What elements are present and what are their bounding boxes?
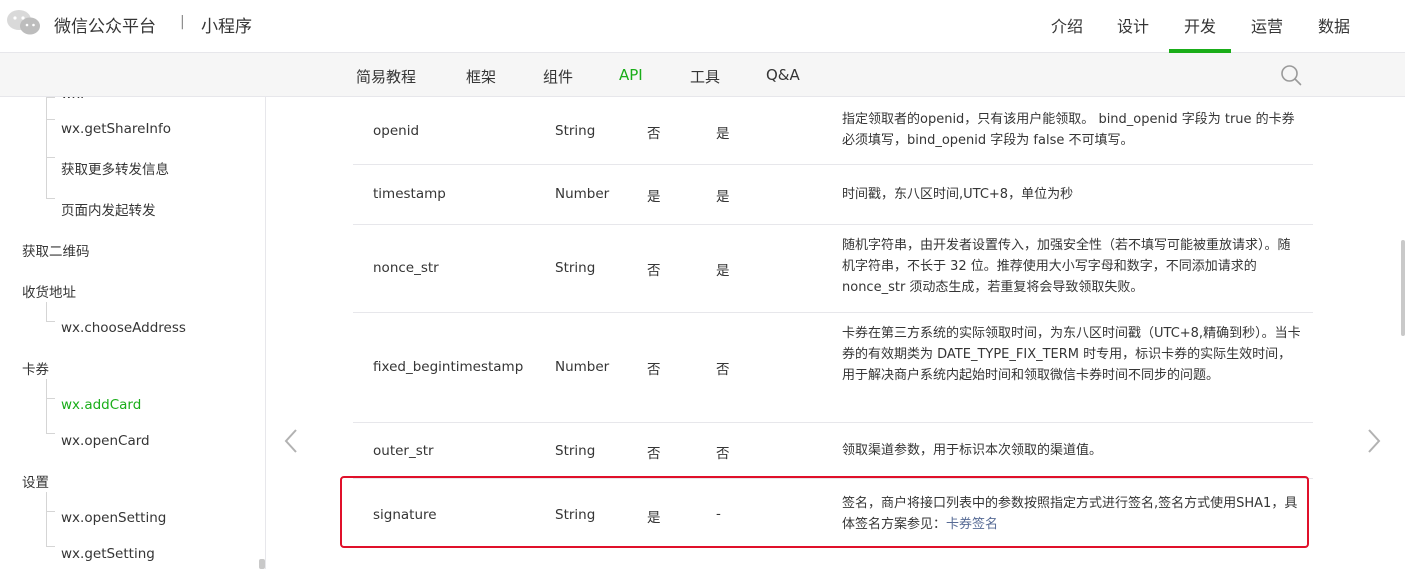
tree-branch <box>46 120 55 158</box>
param-required: 否 <box>647 126 661 142</box>
param-in-signature: 否 <box>716 446 730 462</box>
nav-item-operate[interactable]: 运营 <box>1251 13 1283 37</box>
sidebar-group-address[interactable]: 收货地址 <box>22 281 76 301</box>
param-description: 领取渠道参数，用于标识本次领取的渠道值。 <box>842 443 1103 458</box>
param-required: 否 <box>647 446 661 462</box>
sub-nav: 简易教程 框架 组件 API 工具 Q&A <box>0 53 1405 97</box>
tab-api[interactable]: API <box>619 66 643 84</box>
sidebar-item-getsetting[interactable]: wx.getSetting <box>61 546 155 562</box>
sidebar-item-opensetting[interactable]: wx.openSetting <box>61 510 166 526</box>
highlight-box <box>340 476 1309 548</box>
param-description: 时间戳，东八区时间,UTC+8，单位为秒 <box>842 187 1074 202</box>
chevron-right-icon[interactable] <box>1367 428 1381 454</box>
param-in-signature: 是 <box>716 189 730 205</box>
sidebar: wx. wx.getShareInfo 获取更多转发信息 页面内发起转发 获取二… <box>0 97 266 569</box>
tab-tools[interactable]: 工具 <box>690 66 720 87</box>
sidebar-item-opencard[interactable]: wx.openCard <box>61 433 150 449</box>
brand-separator: | <box>180 14 185 30</box>
param-description: 指定领取者的openid，只有该用户能领取。 bind_openid 字段为 t… <box>842 112 1295 148</box>
tree-branch <box>46 302 55 322</box>
sidebar-item-addcard[interactable]: wx.addCard <box>61 397 141 413</box>
tab-tutorial[interactable]: 简易教程 <box>356 66 416 87</box>
param-required: 否 <box>647 263 661 279</box>
nav-item-data[interactable]: 数据 <box>1318 13 1350 37</box>
param-in-signature: 是 <box>716 263 730 279</box>
param-required: 是 <box>647 189 661 205</box>
tree-branch <box>46 379 55 399</box>
top-header: 微信公众平台 | 小程序 介绍 设计 开发 运营 数据 <box>0 0 1405 53</box>
sidebar-scrollbar[interactable] <box>259 559 265 569</box>
param-in-signature: 是 <box>716 126 730 142</box>
param-description: 卡券在第三方系统的实际领取时间，为东八区时间戳（UTC+8,精确到秒）。当卡券的… <box>842 326 1301 383</box>
sidebar-item-more-share-info[interactable]: 获取更多转发信息 <box>61 158 169 178</box>
param-name: outer_str <box>373 443 434 459</box>
sidebar-item-chooseaddress[interactable]: wx.chooseAddress <box>61 320 186 336</box>
brand-title[interactable]: 微信公众平台 <box>54 12 156 37</box>
sidebar-group-card[interactable]: 卡券 <box>22 358 49 378</box>
param-type: String <box>555 123 596 139</box>
param-type: String <box>555 443 596 459</box>
sidebar-item-cut: wx. <box>61 97 84 102</box>
table-row: nonce_str String 否 是 随机字符串，由开发者设置传入，加强安全… <box>353 225 1313 313</box>
param-required: 否 <box>647 362 661 378</box>
param-type: String <box>555 260 596 276</box>
page-scrollbar[interactable] <box>1401 240 1405 336</box>
wechat-logo-icon[interactable] <box>6 9 42 37</box>
tab-qa[interactable]: Q&A <box>766 66 800 84</box>
tab-framework[interactable]: 框架 <box>466 66 496 87</box>
search-icon[interactable] <box>1280 64 1302 86</box>
sidebar-item-getshareinfo[interactable]: wx.getShareInfo <box>61 121 171 137</box>
param-name: timestamp <box>373 186 446 202</box>
table-row: openid String 否 是 指定领取者的openid，只有该用户能领取。… <box>353 97 1313 165</box>
table-row: fixed_begintimestamp Number 否 否 卡券在第三方系统… <box>353 313 1313 423</box>
tree-branch <box>46 158 55 199</box>
product-title[interactable]: 小程序 <box>201 12 252 37</box>
nav-item-develop[interactable]: 开发 <box>1184 13 1216 37</box>
sidebar-item-page-share[interactable]: 页面内发起转发 <box>61 199 156 219</box>
table-row: outer_str String 否 否 领取渠道参数，用于标识本次领取的渠道值… <box>353 423 1313 479</box>
sidebar-group-setting[interactable]: 设置 <box>22 471 49 491</box>
nav-item-intro[interactable]: 介绍 <box>1051 13 1083 37</box>
param-in-signature: 否 <box>716 362 730 378</box>
tree-branch <box>46 97 55 120</box>
tree-branch <box>46 397 55 434</box>
nav-item-design[interactable]: 设计 <box>1117 13 1149 37</box>
param-description: 随机字符串，由开发者设置传入，加强安全性（若不填写可能被重放请求）。随机字符串，… <box>842 238 1291 295</box>
chevron-left-icon[interactable] <box>284 428 298 454</box>
tree-branch <box>46 492 55 512</box>
param-type: Number <box>555 186 610 202</box>
tree-branch <box>46 510 55 547</box>
param-name: openid <box>373 123 420 139</box>
param-name: fixed_begintimestamp <box>373 359 524 375</box>
param-type: Number <box>555 359 610 375</box>
param-name: nonce_str <box>373 260 439 276</box>
tab-components[interactable]: 组件 <box>543 66 573 87</box>
sidebar-group-qrcode[interactable]: 获取二维码 <box>22 240 90 260</box>
table-row: timestamp Number 是 是 时间戳，东八区时间,UTC+8，单位为… <box>353 165 1313 225</box>
